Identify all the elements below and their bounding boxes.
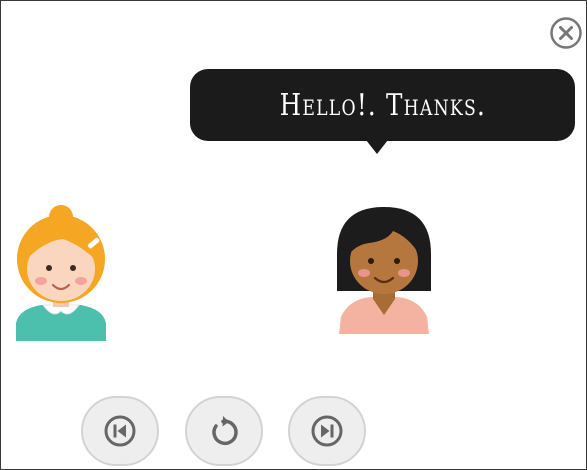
speech-text: Hello!. Thanks. <box>279 87 486 123</box>
replay-button[interactable] <box>185 396 263 466</box>
skip-next-icon <box>311 415 343 447</box>
previous-button[interactable] <box>81 396 159 466</box>
girl-avatar-left <box>16 205 106 341</box>
close-icon <box>550 17 582 49</box>
app-frame: Hello!. Thanks. <box>0 0 587 470</box>
close-button[interactable] <box>549 16 583 50</box>
speech-bubble-tail <box>366 140 388 154</box>
woman-avatar-right <box>337 207 431 334</box>
replay-icon <box>212 416 238 446</box>
speech-bubble: Hello!. Thanks. <box>190 69 575 141</box>
next-button[interactable] <box>288 396 366 466</box>
skip-previous-icon <box>104 415 136 447</box>
